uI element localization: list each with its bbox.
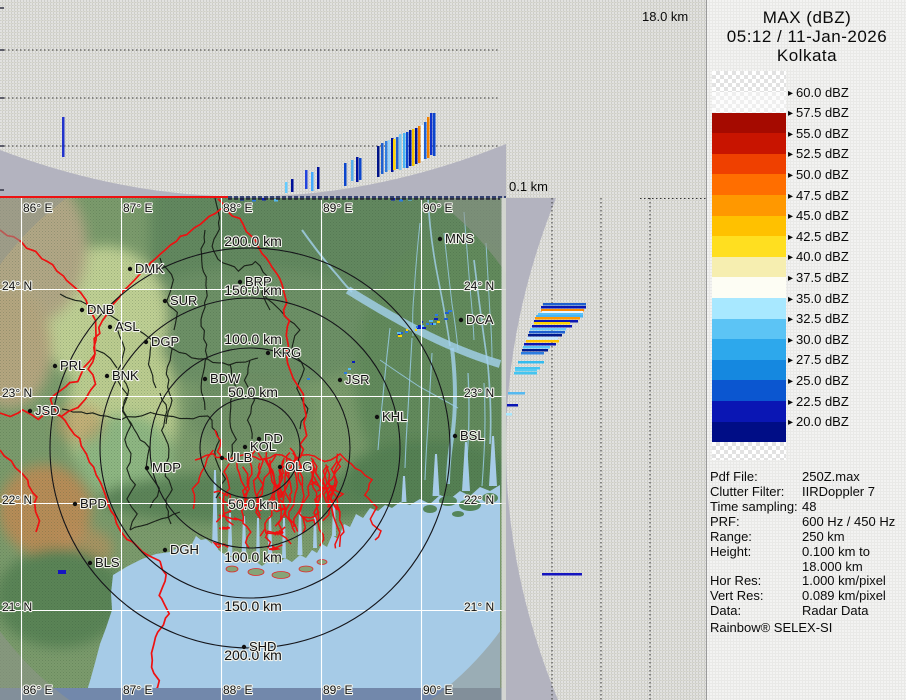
svg-text:KHL: KHL	[382, 409, 407, 424]
svg-text:200.0 km: 200.0 km	[224, 233, 282, 249]
svg-text:PRL: PRL	[60, 358, 85, 373]
svg-text:87° E: 87° E	[123, 683, 152, 697]
svg-text:MDP: MDP	[152, 460, 181, 475]
svg-text:22° N: 22° N	[2, 493, 32, 507]
svg-text:24° N: 24° N	[464, 279, 494, 293]
svg-text:DMK: DMK	[135, 261, 164, 276]
svg-text:OLG: OLG	[285, 459, 312, 474]
svg-text:BNK: BNK	[112, 368, 139, 383]
svg-text:88° E: 88° E	[223, 683, 252, 697]
svg-text:ASL: ASL	[115, 319, 140, 334]
svg-text:89° E: 89° E	[323, 683, 352, 697]
svg-text:21° N: 21° N	[464, 600, 494, 614]
svg-text:BRP: BRP	[245, 274, 272, 289]
svg-text:86° E: 86° E	[23, 201, 52, 215]
svg-text:150.0 km: 150.0 km	[224, 598, 282, 614]
svg-text:89° E: 89° E	[323, 201, 352, 215]
svg-text:88° E: 88° E	[223, 201, 252, 215]
svg-text:DGH: DGH	[170, 542, 199, 557]
svg-text:BLS: BLS	[95, 555, 120, 570]
svg-text:22° N: 22° N	[464, 493, 494, 507]
svg-text:23° N: 23° N	[464, 386, 494, 400]
svg-text:DNB: DNB	[87, 302, 114, 317]
svg-text:50.0 km: 50.0 km	[228, 384, 278, 400]
svg-text:BPD: BPD	[80, 496, 107, 511]
svg-text:DGP: DGP	[151, 334, 179, 349]
svg-text:BDW: BDW	[210, 371, 241, 386]
svg-text:KRG: KRG	[273, 345, 301, 360]
svg-text:50.0 km: 50.0 km	[228, 496, 278, 512]
svg-text:JSD: JSD	[35, 403, 60, 418]
svg-text:24° N: 24° N	[2, 279, 32, 293]
svg-text:100.0 km: 100.0 km	[224, 549, 282, 565]
svg-text:SHD: SHD	[249, 639, 276, 654]
svg-text:SUR: SUR	[170, 293, 197, 308]
svg-text:ULB: ULB	[227, 450, 252, 465]
svg-text:87° E: 87° E	[123, 201, 152, 215]
svg-text:DCA: DCA	[466, 312, 494, 327]
svg-text:90° E: 90° E	[423, 201, 452, 215]
svg-text:86° E: 86° E	[23, 683, 52, 697]
svg-text:21° N: 21° N	[2, 600, 32, 614]
svg-text:90° E: 90° E	[423, 683, 452, 697]
svg-text:MNS: MNS	[445, 231, 474, 246]
svg-text:BSL: BSL	[460, 428, 485, 443]
svg-text:JSR: JSR	[345, 372, 370, 387]
svg-text:23° N: 23° N	[2, 386, 32, 400]
svg-text:KOL: KOL	[250, 439, 276, 454]
